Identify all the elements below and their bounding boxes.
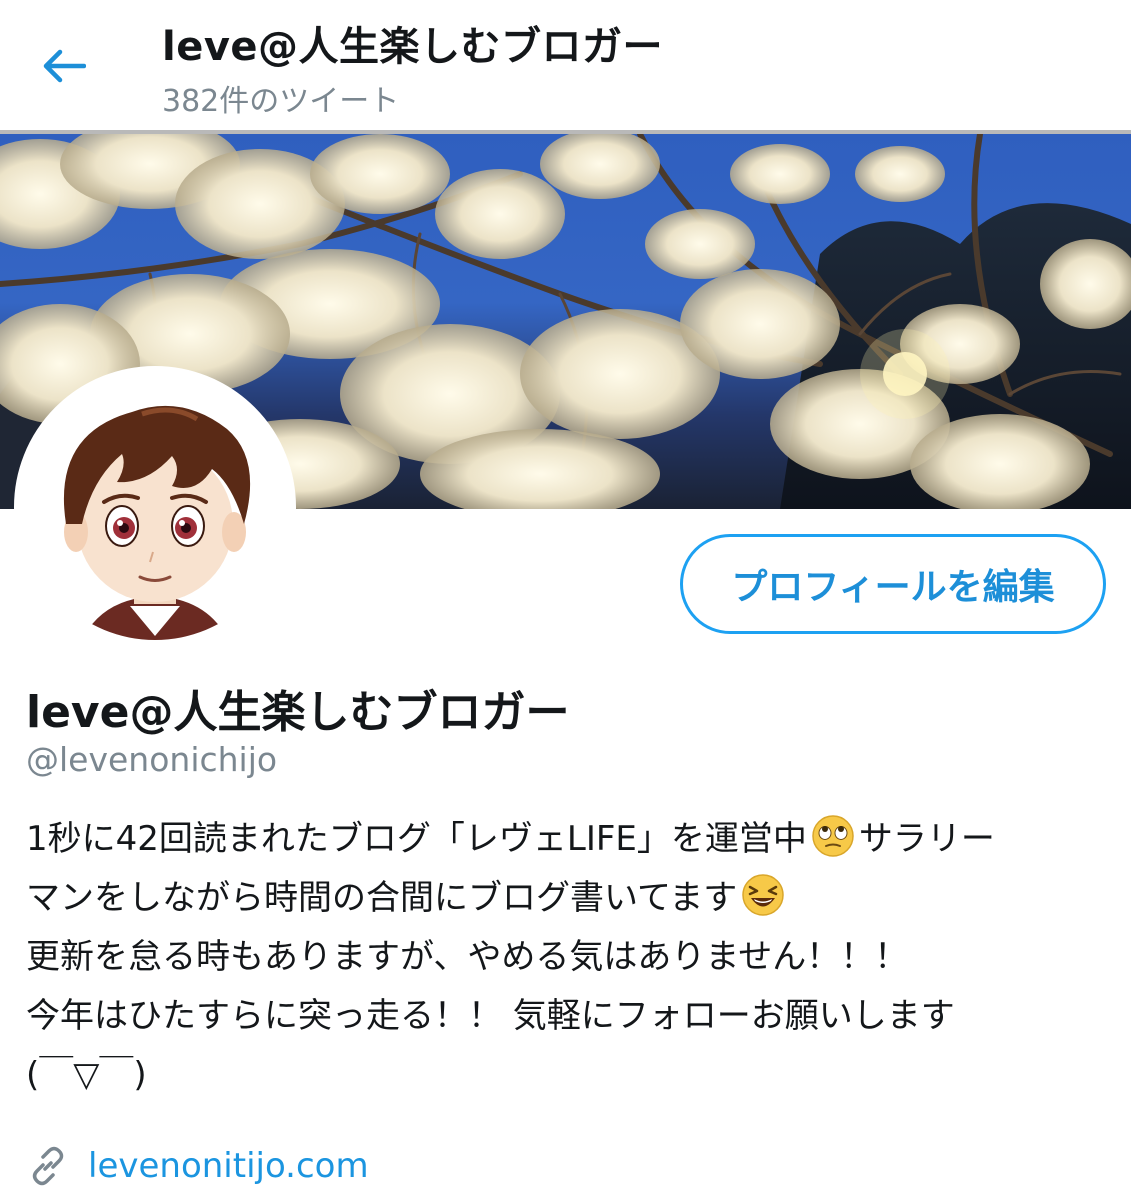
header-title: leve@人生楽しむブロガー	[162, 24, 664, 70]
top-header: leve@人生楽しむブロガー 382件のツイート	[0, 0, 1131, 134]
edit-profile-button[interactable]: プロフィールを編集	[680, 534, 1106, 634]
profile-page: leve@人生楽しむブロガー 382件のツイート プロフィールを編集 leve@…	[0, 0, 1131, 1200]
rolling-eyes-emoji-icon	[812, 815, 854, 857]
bio-line-4: 今年はひたすらに突っ走る！！ 気軽にフォローお願いします	[26, 996, 955, 1036]
website-link[interactable]: levenonitijo.com	[88, 1146, 369, 1186]
user-handle: @levenonichijo	[26, 740, 278, 779]
website-row: levenonitijo.com	[26, 1140, 369, 1192]
bio-line-5: (￣▽￣)	[26, 1055, 147, 1095]
bio-text-1a: 1秒に42回読まれたブログ「レヴェLIFE」を運営中	[26, 819, 807, 859]
bio-line-3: 更新を怠る時もありますが、やめる気はありません！！！	[26, 937, 909, 977]
bio-text-2: マンをしながら時間の合間にブログ書いてます	[26, 878, 738, 918]
bio-text-1b: サラリー	[858, 819, 995, 859]
arrow-left-icon	[43, 49, 86, 83]
profile-bio: 1秒に42回読まれたブログ「レヴェLIFE」を運営中 サラリー マンをしながら時間…	[26, 810, 1116, 1105]
avatar-illustration	[22, 374, 288, 640]
back-button[interactable]	[28, 36, 100, 96]
bio-line-2: マンをしながら時間の合間にブログ書いてます	[26, 869, 1116, 928]
laughing-emoji-icon	[742, 874, 785, 916]
bio-line-1: 1秒に42回読まれたブログ「レヴェLIFE」を運営中 サラリー	[26, 810, 1116, 869]
profile-avatar[interactable]	[14, 366, 296, 648]
display-name: leve@人生楽しむブロガー	[26, 687, 570, 738]
link-icon	[32, 1146, 64, 1186]
tweet-count: 382件のツイート	[162, 84, 400, 119]
